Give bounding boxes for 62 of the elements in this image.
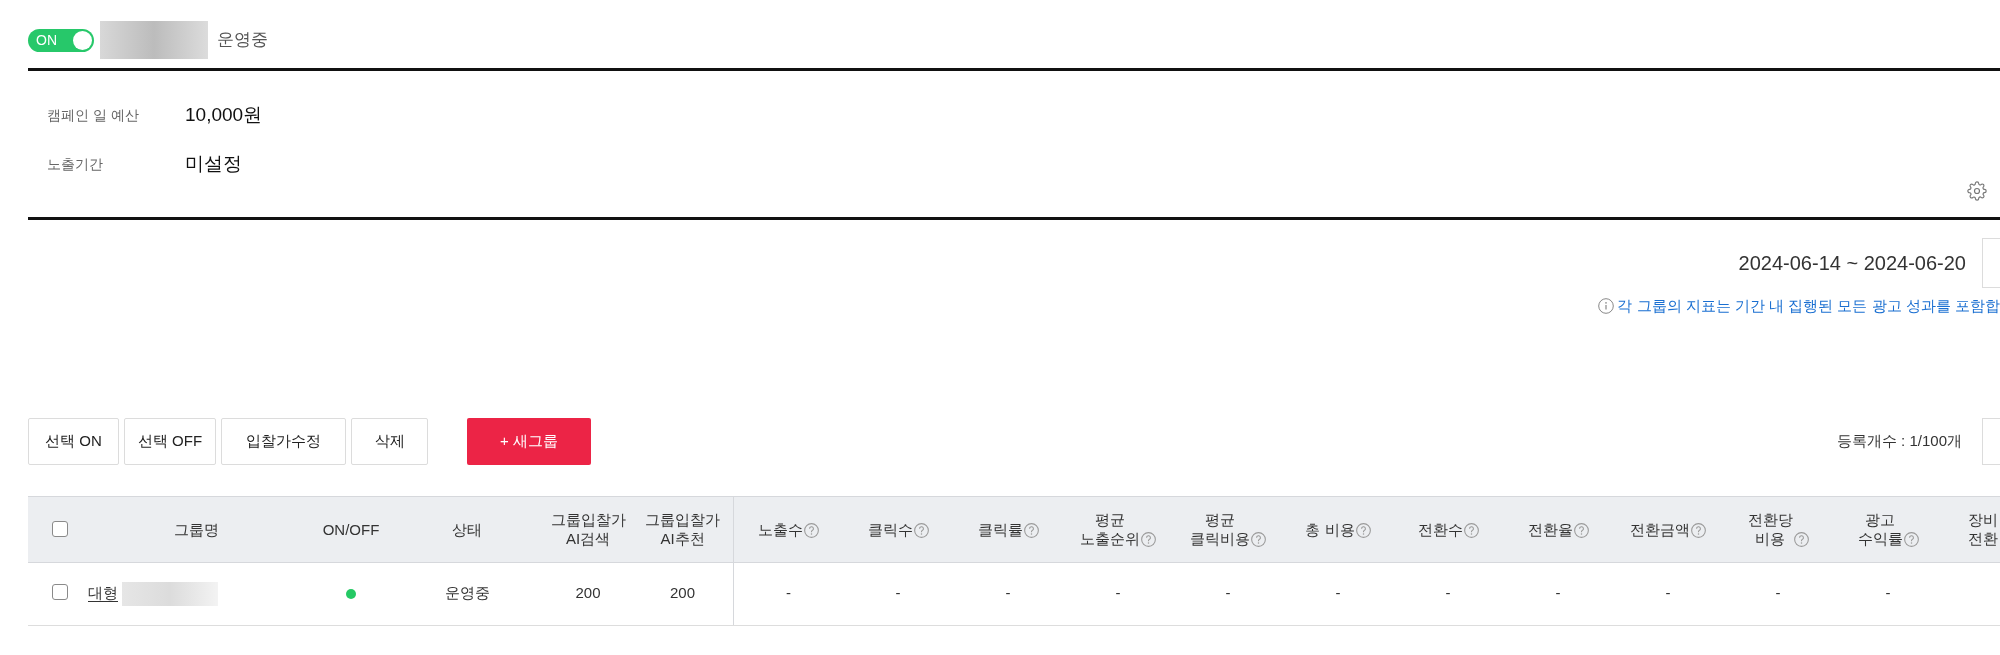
table-cell-text: - xyxy=(894,583,902,604)
date-range: 2024-06-14 ~ 2024-06-20 xyxy=(1738,251,1966,276)
help-icon[interactable] xyxy=(1903,532,1919,547)
notice-text: 각 그룹의 지표는 기간 내 집행된 모든 광고 성과를 포함합 xyxy=(1617,296,2000,316)
select-all-checkbox[interactable] xyxy=(52,521,68,537)
help-icon[interactable] xyxy=(804,522,819,538)
column-header: 전환율 xyxy=(1527,519,1573,539)
help-icon[interactable] xyxy=(1573,522,1589,538)
column-header: 광고 수익률 xyxy=(1857,510,1903,548)
settings-icon[interactable] xyxy=(1967,181,1987,201)
column-header: 그룹명 xyxy=(173,519,219,539)
help-icon[interactable] xyxy=(1251,532,1266,547)
table-cell: - xyxy=(733,562,843,625)
column-header: 총 비용 xyxy=(1305,519,1355,539)
toolbar-button[interactable]: 입찰가수정 xyxy=(221,417,346,465)
table-cell-text: - xyxy=(1444,583,1452,604)
table-cell-text: - xyxy=(1004,583,1012,604)
column-header: 전환수 xyxy=(1417,519,1463,539)
help-icon[interactable] xyxy=(1691,522,1706,538)
toolbar-button[interactable]: 선택 ON xyxy=(28,417,119,465)
toolbar-button[interactable]: 선택 OFF xyxy=(124,417,216,465)
table-cell-text: - xyxy=(1884,583,1892,604)
column-header: 클릭률 xyxy=(977,519,1023,539)
column-header: 전환금액 xyxy=(1630,519,1690,539)
column-header: 상태 xyxy=(452,519,482,539)
table-cell-text: - xyxy=(1114,583,1122,604)
table-cell-text: - xyxy=(1774,583,1782,604)
info-icon xyxy=(1598,298,1615,315)
detail-label: 노출기간 xyxy=(46,155,104,174)
column-header: 장비 전환 xyxy=(1968,510,1998,548)
help-icon[interactable] xyxy=(1793,532,1809,547)
cut-off-button[interactable] xyxy=(1982,238,2000,288)
table-cell-text: - xyxy=(1334,583,1342,604)
toolbar-button[interactable]: 삭제 xyxy=(351,417,428,465)
detail-value: 미설정 xyxy=(185,152,242,177)
cut-off-button[interactable] xyxy=(1982,417,2000,465)
help-icon[interactable] xyxy=(913,522,929,538)
table-cell-text: - xyxy=(1664,583,1672,604)
help-icon[interactable] xyxy=(1463,522,1479,538)
column-header: 전환당 비용 xyxy=(1747,510,1793,548)
group-name-link[interactable]: 대형 xyxy=(88,582,118,605)
column-header: 클릭수 xyxy=(867,519,913,539)
campaign-status: 운영중 xyxy=(217,29,268,52)
column-header: 평균 노출순위 xyxy=(1080,510,1140,548)
table-cell-text: 200 xyxy=(574,583,602,604)
table-cell-text: 200 xyxy=(669,583,696,604)
table-cell-text: - xyxy=(1554,583,1562,604)
help-icon[interactable] xyxy=(1023,522,1039,538)
column-header: 그룹입찰가 AI검색 xyxy=(550,510,626,548)
detail-label: 캠페인 일 예산 xyxy=(46,106,140,125)
column-header: 그룹입찰가 AI추천 xyxy=(645,510,720,548)
help-icon[interactable] xyxy=(1141,532,1156,547)
new-group-button[interactable]: + 새그룹 xyxy=(467,417,591,465)
help-icon[interactable] xyxy=(1355,522,1371,538)
column-header: ON/OFF xyxy=(322,519,380,539)
row-checkbox[interactable] xyxy=(52,583,68,600)
table-cell-text: - xyxy=(1224,583,1232,604)
column-header: 평균 클릭비용 xyxy=(1190,510,1250,548)
registration-count: 등록개수 : 1/100개 xyxy=(1836,430,1962,451)
detail-value: 10,000원 xyxy=(185,103,263,128)
column-header: 노출수 xyxy=(758,519,803,539)
table-cell-text: 운영중 xyxy=(443,583,491,604)
